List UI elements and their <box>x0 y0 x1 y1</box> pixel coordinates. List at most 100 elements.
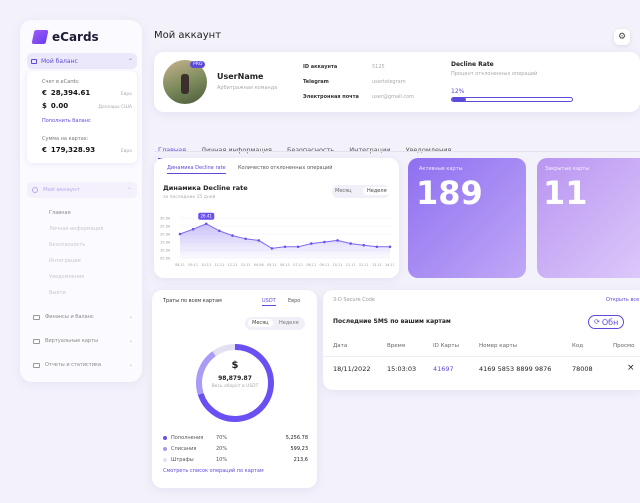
sidebar-sub-home[interactable]: Главная <box>49 210 71 216</box>
donut-week-button[interactable]: Неделя <box>279 320 299 326</box>
x-tick-label: 14.11 <box>385 263 394 267</box>
data-point[interactable] <box>244 237 247 241</box>
chart-x-ticks: 08.11 09.11 10.11 11.11 12.11 13.11 04.06 05.11… <box>175 263 394 267</box>
settings-gear-icon[interactable]: ⚙ <box>614 29 630 45</box>
sidebar-sub-notifications[interactable]: Уведомления <box>49 274 84 280</box>
sms-3ds-label: 3-D Secure Code <box>333 297 376 303</box>
data-point[interactable] <box>323 240 326 244</box>
chart-tab-count[interactable]: Количество отклоненных операций <box>238 165 333 171</box>
brand-logo[interactable]: eCards <box>31 30 99 44</box>
x-tick-label: 09.11 <box>320 263 330 267</box>
cards-value: 179,328.93 <box>50 146 96 154</box>
page-title: Мой аккаунт <box>154 30 222 41</box>
sidebar-item-account[interactable]: Мой аккаунт ⌃ <box>27 182 137 198</box>
tab-integrations[interactable]: Интеграции <box>349 146 390 154</box>
sms-open-all-link[interactable]: Открыть все <box>606 297 639 303</box>
id-label: ID аккаунта <box>303 64 338 70</box>
email-value: user@gmail.com <box>372 94 415 100</box>
currency-usdt-tab[interactable]: USDT <box>262 298 276 306</box>
telegram-value: usertelegram <box>372 79 406 85</box>
x-tick-label: 09.11 <box>188 263 198 267</box>
tab-notifications[interactable]: Уведомления <box>406 146 452 154</box>
data-point[interactable] <box>349 242 352 245</box>
data-point[interactable] <box>336 239 339 242</box>
tab-personal[interactable]: Личная информация <box>201 146 272 154</box>
donut-month-button[interactable]: Месяц <box>248 319 273 327</box>
legend-pct: 70% <box>216 434 228 441</box>
tab-security[interactable]: Безопасность <box>287 146 334 154</box>
active-cards-value: 189 <box>416 174 483 212</box>
x-tick-label: 12.11 <box>228 263 238 267</box>
sidebar-item-cards[interactable]: Виртуальные карты ⌄ <box>33 338 133 344</box>
legend-pct: 20% <box>216 445 228 452</box>
id-value: 5125 <box>372 64 385 70</box>
sidebar-sub-logout[interactable]: Выйти <box>49 290 66 296</box>
data-point[interactable] <box>309 242 313 245</box>
x-tick-label: 13.11 <box>241 263 251 267</box>
data-point[interactable] <box>178 232 182 236</box>
y-tick-label: 05.00 <box>160 257 171 261</box>
col-code: Код <box>572 343 584 349</box>
telegram-label: Telegram <box>303 79 329 85</box>
x-tick-label: 11.11 <box>215 263 225 267</box>
data-point[interactable] <box>388 245 392 249</box>
data-point[interactable] <box>362 243 366 247</box>
data-point[interactable] <box>270 247 274 250</box>
chart-subtitle: за последние 15 дней <box>163 195 216 200</box>
table-row[interactable]: 18/11/2022 15:03:03 41697 4169 5853 8899… <box>333 363 640 377</box>
x-tick-label: 08.11 <box>306 263 316 267</box>
x-tick-label: 05.11 <box>267 263 277 267</box>
spending-donut <box>196 344 274 422</box>
legend-amount: 213,6 <box>293 456 308 463</box>
chart-highlight: 26.41 <box>198 212 215 220</box>
chart-tab-decline[interactable]: Динамика Decline rate <box>167 165 226 174</box>
wallet-icon <box>31 58 37 64</box>
data-point[interactable] <box>218 229 221 233</box>
y-tick-label: 20.00 <box>160 233 171 237</box>
sidebar-item-reports[interactable]: Отчеты и статистика ⌄ <box>33 362 133 368</box>
sidebar-sub-personal[interactable]: Личная информация <box>49 226 103 232</box>
data-point[interactable] <box>257 239 261 242</box>
operations-link[interactable]: Смотреть список операций по картам <box>163 468 264 474</box>
donut-arcs <box>196 344 274 422</box>
legend-item: Штрафы 10% 213,6 <box>163 454 308 465</box>
card-icon <box>33 338 40 344</box>
euro-icon: € <box>42 89 47 97</box>
chart-month-button[interactable]: Месяц <box>335 188 352 194</box>
currency-eur-tab[interactable]: Евро <box>288 298 300 304</box>
close-icon[interactable]: × <box>627 363 635 373</box>
x-tick-label: 12.11 <box>359 263 369 267</box>
row-date: 18/11/2022 <box>333 365 371 373</box>
chart-week-button[interactable]: Неделя <box>363 187 391 195</box>
col-time: Время <box>387 343 406 349</box>
sidebar-item-finance[interactable]: Финансы и баланс ⌄ <box>33 314 133 320</box>
balance-section-header[interactable]: Мой баланс ⌃ <box>27 53 137 69</box>
data-point[interactable] <box>375 245 379 249</box>
x-tick-label: 10.11 <box>333 263 343 267</box>
closed-cards-value: 11 <box>543 174 588 212</box>
y-tick-label: 15.00 <box>160 241 171 245</box>
chevron-down-icon: ⌄ <box>128 314 133 320</box>
refresh-button[interactable]: ⟳ Обн <box>588 315 625 329</box>
top-up-link[interactable]: Пополнить баланс <box>42 118 91 124</box>
row-card-id[interactable]: 41697 <box>433 365 454 373</box>
sms-title: Последние SMS по вашим картам <box>333 318 451 325</box>
data-point[interactable] <box>296 245 300 249</box>
decline-progress-fill <box>452 98 467 101</box>
legend-dot-icon <box>163 457 167 462</box>
sidebar-sub-integrations[interactable]: Интеграции <box>49 258 81 264</box>
data-point[interactable] <box>204 222 208 226</box>
data-point[interactable] <box>191 227 195 231</box>
cards-label: Виртуальные карты <box>45 338 98 344</box>
legend-label: Штрафы <box>171 456 194 463</box>
highlight-value: 26.41 <box>201 214 213 219</box>
decline-subtitle: Процент отклоненных операций <box>451 71 538 77</box>
legend-label: Пополнения <box>171 434 204 441</box>
reports-label: Отчеты и статистика <box>45 362 102 368</box>
logo-icon <box>31 30 49 44</box>
chart-icon <box>33 362 40 368</box>
account-label: Счет в eCards: <box>42 79 80 85</box>
data-point[interactable] <box>283 245 287 249</box>
data-point[interactable] <box>231 234 234 237</box>
sidebar-sub-security[interactable]: Безопасность <box>49 242 85 248</box>
